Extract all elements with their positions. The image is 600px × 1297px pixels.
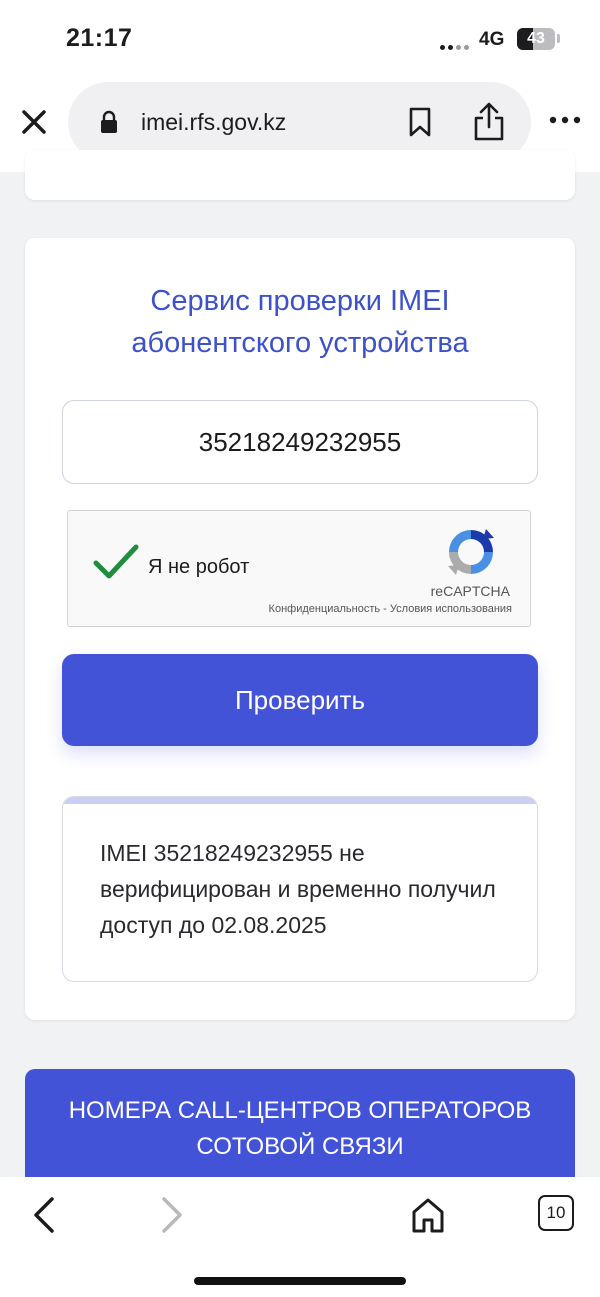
captcha-label: Я не робот [148,556,250,578]
battery-level: 43 [527,30,545,47]
recaptcha-brand: reCAPTCHA [430,583,510,599]
service-title-line2: абонентского устройства [131,327,469,359]
home-indicator[interactable] [194,1277,406,1285]
url-text[interactable]: imei.rfs.gov.kz [141,109,286,136]
result-box: IMEI 35218249232955 не верифицирован и в… [62,796,538,982]
forward-icon[interactable] [156,1195,188,1235]
tabs-icon[interactable]: 10 [538,1195,574,1231]
bottom-toolbar: 10 [0,1177,600,1297]
status-time: 21:17 [66,24,133,52]
service-title: Сервис проверки IMEI абонентского устрой… [25,280,575,364]
lock-icon [101,110,117,133]
imei-input[interactable] [62,400,538,484]
battery-icon: 43 [517,28,555,50]
previous-card [25,150,575,200]
callcenter-line1: НОМЕРА CALL-ЦЕНТРОВ ОПЕРАТОРОВ [68,1097,532,1124]
callcenter-line2: СОТОВОЙ СВЯЗИ [196,1133,404,1160]
result-accent-bar [63,797,537,804]
cellular-signal-icon [440,36,470,50]
recaptcha-logo-icon [448,529,494,575]
network-type: 4G [479,29,505,50]
more-icon[interactable] [548,110,582,130]
status-bar: 21:17 4G 43 [0,0,600,80]
tabs-count: 10 [546,1203,566,1222]
phone-screen: 21:17 4G 43 imei.rfs.gov.kz Сервис прове… [0,0,600,1297]
home-icon[interactable] [410,1195,446,1235]
imei-check-card: Сервис проверки IMEI абонентского устрой… [25,238,575,1020]
bookmark-icon[interactable] [406,106,434,138]
recaptcha-widget: Я не робот reCAPTCHA Конфиденциальность … [67,510,531,627]
service-title-line1: Сервис проверки IMEI [150,285,450,317]
check-button[interactable]: Проверить [62,654,538,746]
recaptcha-links[interactable]: Конфиденциальность - Условия использован… [269,603,512,615]
close-icon[interactable] [18,106,50,138]
callcenter-label: НОМЕРА CALL-ЦЕНТРОВ ОПЕРАТОРОВ СОТОВОЙ С… [25,1093,575,1165]
share-icon[interactable] [472,102,506,142]
battery-cap [557,34,560,43]
result-message: IMEI 35218249232955 не верифицирован и в… [100,840,496,938]
back-icon[interactable] [28,1195,60,1235]
checkmark-icon[interactable] [92,541,140,583]
